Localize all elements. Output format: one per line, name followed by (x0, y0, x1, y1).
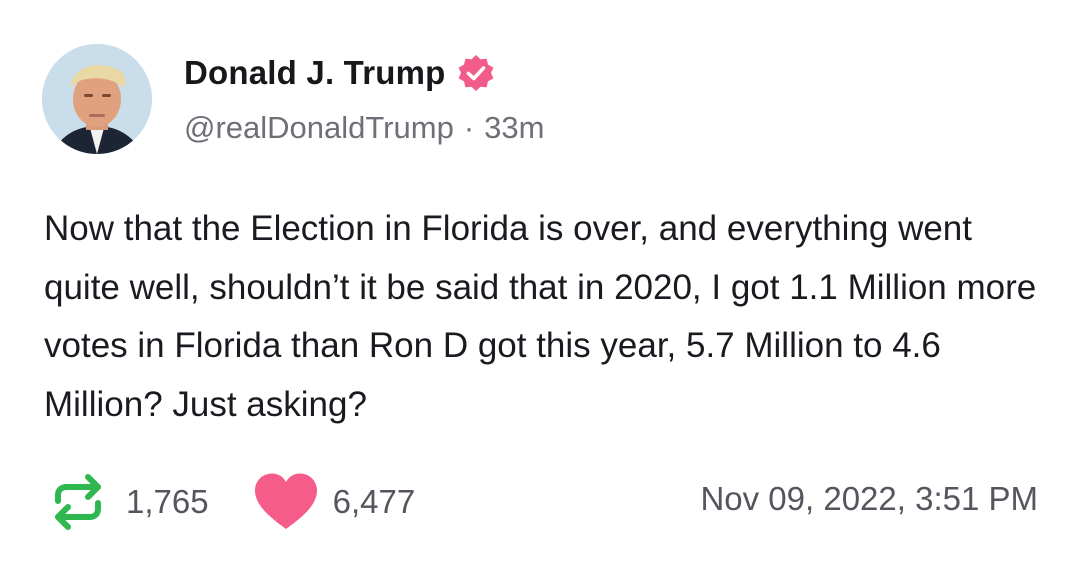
like-count: 6,477 (332, 483, 416, 520)
avatar[interactable] (42, 44, 152, 154)
post-card: Donald J. Trump @realDonaldTrump · 33m N… (0, 0, 1080, 565)
author-handle[interactable]: @realDonaldTrump (184, 110, 454, 146)
verified-badge-icon (456, 53, 496, 93)
heart-icon (254, 473, 317, 529)
post-timestamp[interactable]: Nov 09, 2022, 3:51 PM (700, 480, 1038, 518)
repost-icon (55, 474, 101, 530)
repost-count: 1,765 (126, 483, 209, 520)
author-header: Donald J. Trump (184, 50, 496, 96)
repost-button[interactable]: 1,765 (44, 470, 209, 534)
author-meta: @realDonaldTrump · 33m (184, 110, 544, 146)
like-button[interactable]: 6,477 (253, 472, 416, 532)
post-text: Now that the Election in Florida is over… (44, 209, 1037, 424)
avatar-image (42, 44, 152, 154)
author-name[interactable]: Donald J. Trump (184, 54, 446, 92)
meta-separator: · (463, 110, 475, 145)
post-actions: 1,765 6,477 (44, 470, 415, 534)
post-age[interactable]: 33m (484, 110, 544, 146)
